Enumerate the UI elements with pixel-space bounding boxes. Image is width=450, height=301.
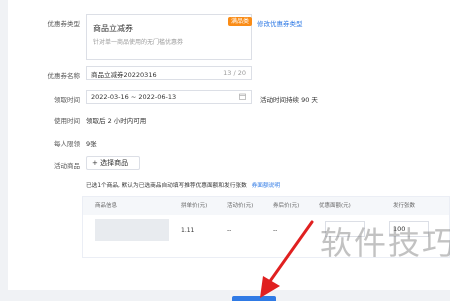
coupon-amount-help-link[interactable]: 券面额说明 xyxy=(252,183,280,189)
row-group-price: 1.11 xyxy=(181,227,195,234)
table-header-quantity: 发行张数 xyxy=(393,203,416,209)
modify-coupon-type-link[interactable]: 修改优惠券类型 xyxy=(257,18,303,28)
red-arrow-annotation xyxy=(260,220,314,298)
table-header-group-price: 拼单价(元) xyxy=(181,203,208,209)
arrow-shaft xyxy=(266,220,314,286)
claim-time-label: 领取时间 xyxy=(54,96,80,104)
products-note: 已选1个商品, 默认为已选商品自动填写推荐优惠面额和发行张数 券面额说明 xyxy=(86,180,280,189)
use-time-value: 领取后 2 小时内可用 xyxy=(86,117,147,125)
table-header-product: 商品信息 xyxy=(95,203,118,209)
product-thumbnail-placeholder xyxy=(95,219,169,241)
table-header-activity-price: 活动价(元) xyxy=(227,203,254,209)
products-note-text: 已选1个商品, 默认为已选商品自动填写推荐优惠面额和发行张数 xyxy=(86,183,247,189)
coupon-type-badge: 满品类 xyxy=(228,17,253,26)
row-activity-price: -- xyxy=(227,227,232,234)
table-header: 商品信息 拼单价(元) 活动价(元) 券后价(元) 优惠面额(元) 发行张数 xyxy=(83,197,449,215)
watermark-text: 软件技巧 xyxy=(320,224,450,262)
table-header-after-coupon-price: 券后价(元) xyxy=(273,203,300,209)
claim-time-picker[interactable]: 2022-03-16 ~ 2022-06-13 xyxy=(86,90,252,104)
coupon-type-label: 优惠券类型 xyxy=(47,20,81,28)
coupon-type-title: 商品立减券 xyxy=(93,24,133,33)
table-header-discount-amount: 优惠面额(元) xyxy=(319,203,351,209)
coupon-name-value: 商品立减券20220316 xyxy=(91,71,157,79)
claim-time-duration: 活动时间持续 90 天 xyxy=(260,96,318,104)
per-user-limit-value: 9张 xyxy=(86,140,97,148)
coupon-name-counter: 13 / 20 xyxy=(223,69,246,77)
per-user-limit-label: 每人限领 xyxy=(54,140,80,148)
calendar-icon xyxy=(239,93,246,102)
coupon-type-desc: 针对单一商品使用的无门槛优惠券 xyxy=(93,39,184,46)
coupon-name-input[interactable]: 商品立减券20220316 13 / 20 xyxy=(86,66,252,80)
activity-products-label: 活动商品 xyxy=(54,162,80,170)
use-time-label: 使用时间 xyxy=(54,117,80,125)
select-products-button[interactable]: + 选择商品 xyxy=(86,156,140,170)
coupon-name-label: 优惠券名称 xyxy=(47,72,81,80)
claim-time-value: 2022-03-16 ~ 2022-06-13 xyxy=(91,93,177,101)
